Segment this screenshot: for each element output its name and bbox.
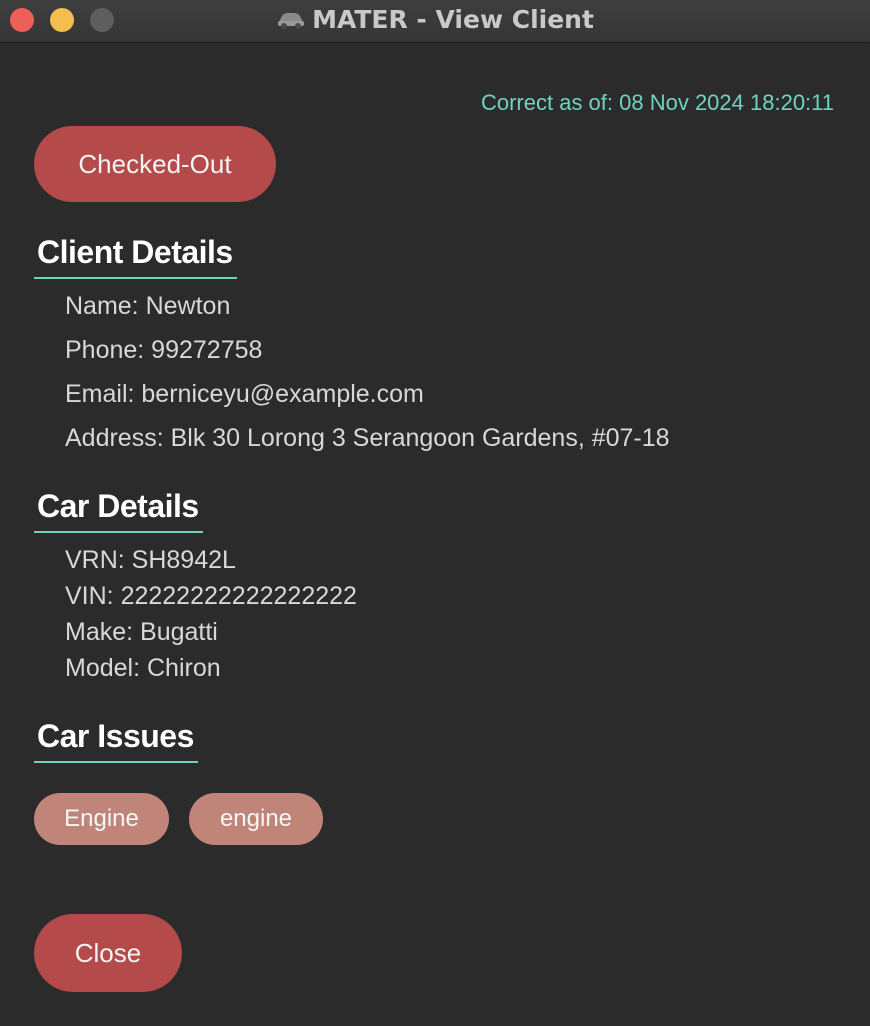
view-client-window: MATER - View Client Correct as of: 08 No… [0,0,870,1026]
issue-tag[interactable]: Engine [34,793,169,845]
window-title-text: MATER - View Client [312,5,594,34]
car-details-heading: Car Details [34,488,203,533]
last-updated-timestamp: Correct as of: 08 Nov 2024 18:20:11 [480,90,834,115]
issue-tag[interactable]: engine [189,793,323,845]
car-make: Make: Bugatti [65,618,218,646]
client-phone: Phone: 99272758 [65,336,263,364]
client-name: Name: Newton [65,292,231,320]
title-bar[interactable]: MATER - View Client [0,0,870,43]
car-issues-heading: Car Issues [34,718,198,763]
car-vin: VIN: 22222222222222222 [65,582,357,610]
client-details-heading: Client Details [34,234,237,279]
close-button[interactable]: Close [34,914,182,992]
checked-out-status-button[interactable]: Checked-Out [34,126,276,202]
car-model: Model: Chiron [65,654,221,682]
client-address: Address: Blk 30 Lorong 3 Serangoon Garde… [65,424,670,452]
car-icon [276,7,306,29]
car-vrn: VRN: SH8942L [65,546,236,574]
client-email: Email: berniceyu@example.com [65,380,424,408]
window-title: MATER - View Client [0,5,870,34]
